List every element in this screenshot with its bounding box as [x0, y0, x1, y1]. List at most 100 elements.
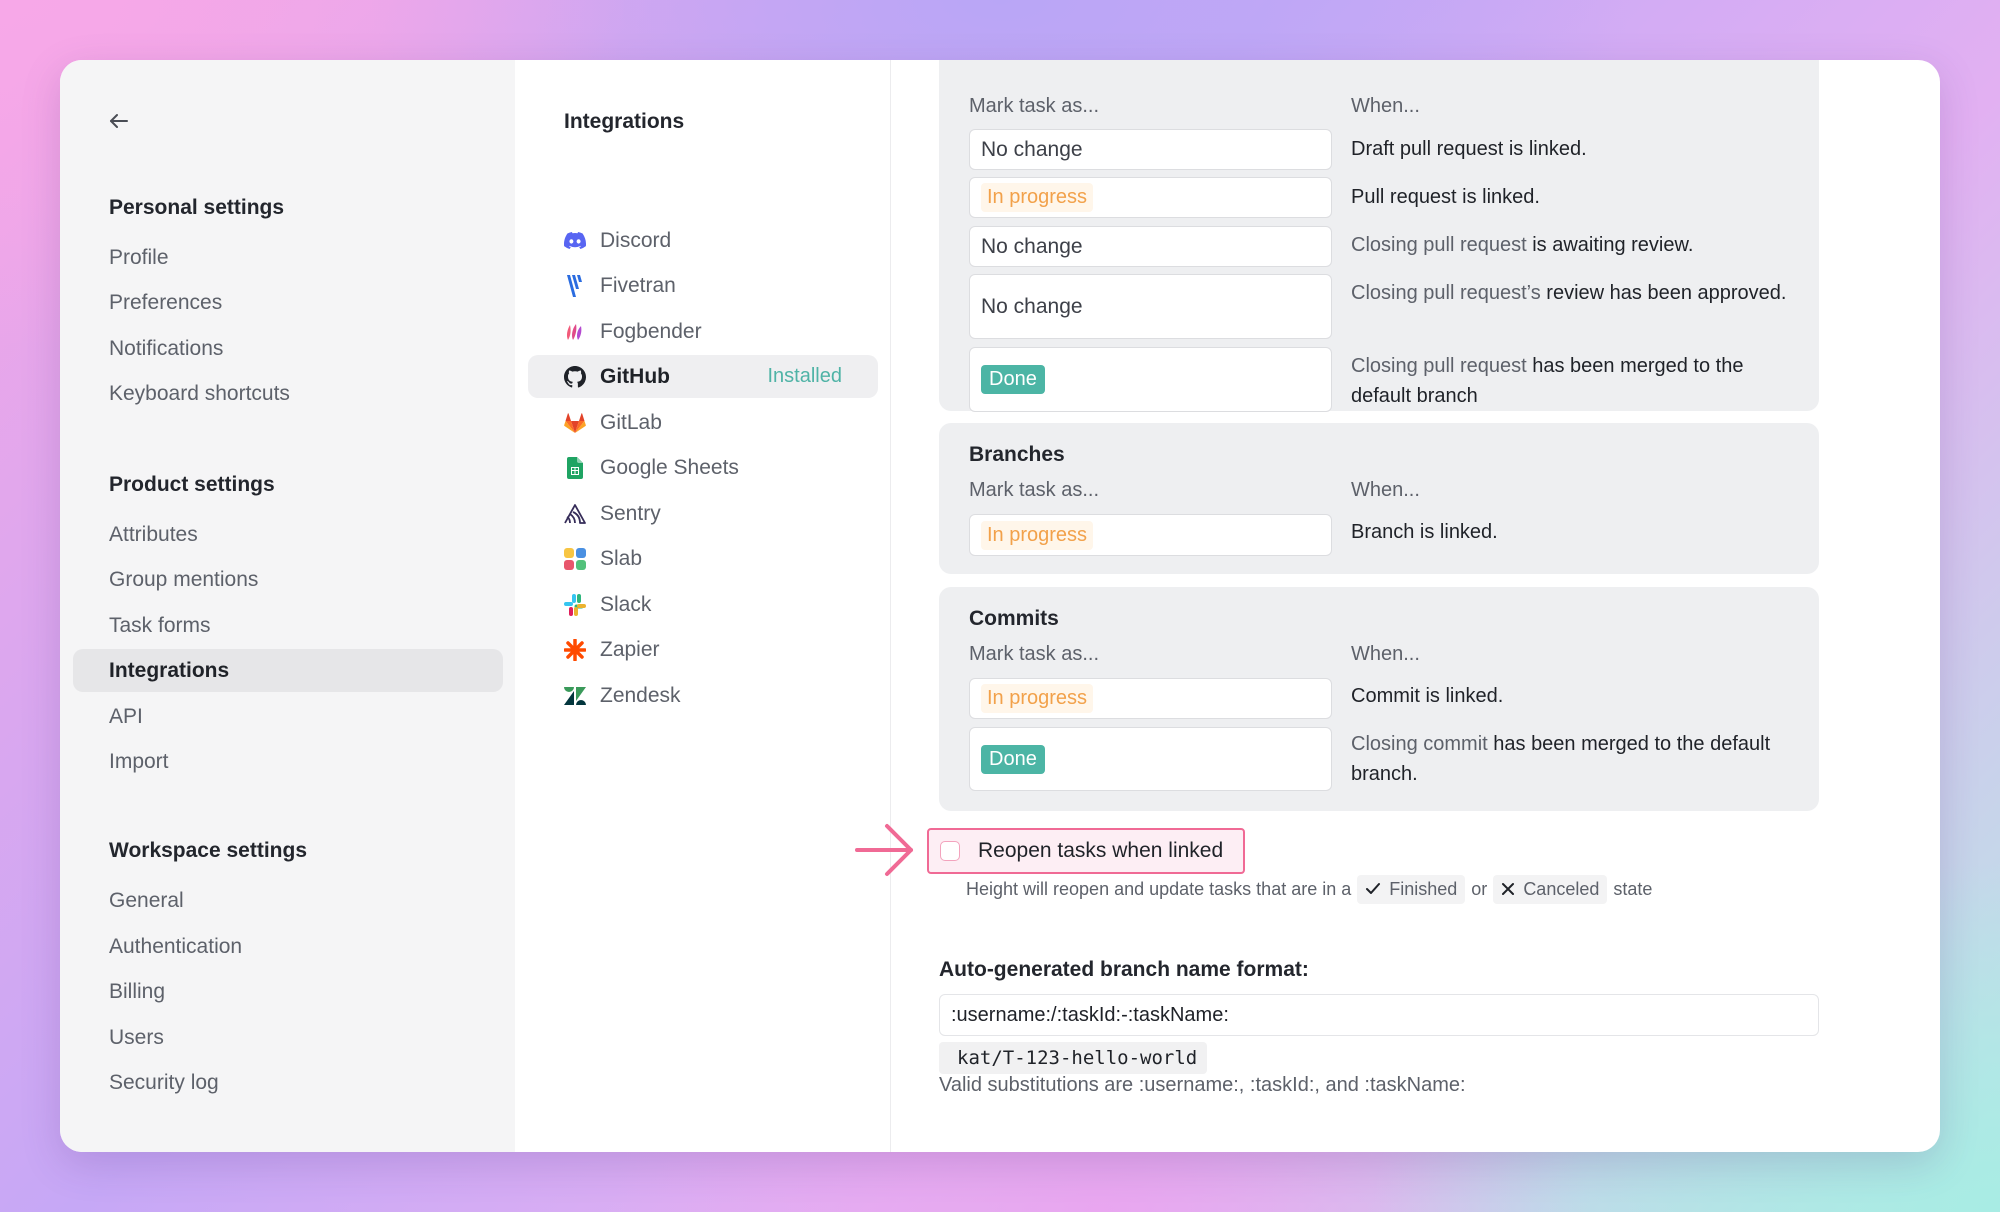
github-settings: Mark task as... When... No change Draft …: [891, 60, 1940, 1152]
pr-status-select-draft[interactable]: No change: [969, 129, 1332, 170]
fogbender-icon: [564, 321, 586, 343]
check-icon: [1366, 883, 1381, 894]
branches-card: Branches Mark task as... When... In prog…: [939, 423, 1819, 574]
branch-format-example: kat/T-123-hello-world: [939, 1042, 1208, 1074]
pr-status-select-awaiting-review[interactable]: No change: [969, 226, 1332, 267]
helper-or: or: [1471, 878, 1488, 899]
sidebar-item-attributes[interactable]: Attributes: [73, 513, 503, 556]
integration-gitlab[interactable]: GitLab: [528, 401, 878, 444]
integrations-title: Integrations: [564, 110, 685, 133]
integration-zapier[interactable]: Zapier: [528, 628, 878, 671]
mark-task-header: Mark task as...: [969, 95, 1100, 117]
mark-task-header: Mark task as...: [969, 479, 1100, 501]
commits-card: Commits Mark task as... When... In progr…: [939, 587, 1819, 811]
integration-slab[interactable]: Slab: [528, 537, 878, 580]
integration-github[interactable]: GitHub Installed: [528, 355, 878, 398]
pr-when-awaiting-review: Closing pull request is awaiting review.: [1351, 230, 1791, 260]
sidebar-item-profile[interactable]: Profile: [73, 236, 503, 279]
when-header: When...: [1351, 95, 1420, 117]
fivetran-icon: [564, 274, 586, 297]
commits-title: Commits: [969, 607, 1059, 630]
sidebar-item-users[interactable]: Users: [73, 1016, 503, 1059]
pr-status-select-linked[interactable]: In progress: [969, 177, 1332, 218]
sidebar-item-preferences[interactable]: Preferences: [73, 281, 503, 324]
branch-status-select[interactable]: In progress: [969, 514, 1332, 556]
back-arrow-icon[interactable]: [104, 106, 134, 136]
finished-state-chip: Finished: [1357, 874, 1466, 904]
when-header: When...: [1351, 643, 1420, 665]
slab-icon: [564, 547, 586, 570]
reopen-tasks-label: Reopen tasks when linked: [978, 839, 1224, 862]
integration-label: Sentry: [600, 501, 661, 525]
integration-fogbender[interactable]: Fogbender: [528, 310, 878, 353]
canceled-label: Canceled: [1523, 878, 1600, 899]
zapier-icon: [564, 638, 586, 661]
zendesk-icon: [564, 685, 586, 707]
google-sheets-icon: [564, 456, 586, 479]
commit-when-linked: Commit is linked.: [1351, 681, 1791, 711]
integration-label: Zapier: [600, 637, 660, 661]
status-value: No change: [981, 137, 1083, 161]
sidebar-item-group-mentions[interactable]: Group mentions: [73, 558, 503, 601]
when-text: Pull request is linked.: [1351, 186, 1540, 208]
pr-status-select-approved[interactable]: No change: [969, 274, 1332, 339]
when-text: is awaiting review.: [1526, 234, 1694, 256]
sidebar-item-api[interactable]: API: [73, 695, 503, 738]
commit-status-select-merged[interactable]: Done: [969, 727, 1332, 791]
integration-label: Slab: [600, 546, 643, 570]
sidebar-item-keyboard-shortcuts[interactable]: Keyboard shortcuts: [73, 372, 503, 415]
when-subject: Closing commit: [1351, 733, 1488, 755]
status-value: No change: [981, 234, 1083, 258]
branch-format-input[interactable]: :username:/:taskId:-:taskName:: [939, 994, 1819, 1036]
installed-badge: Installed: [767, 365, 843, 387]
branches-title: Branches: [969, 443, 1065, 466]
pr-when-draft: Draft pull request is linked.: [1351, 134, 1791, 164]
pr-when-merged: Closing pull request has been merged to …: [1351, 351, 1791, 411]
integration-label: Fogbender: [600, 319, 702, 343]
sidebar-item-authentication[interactable]: Authentication: [73, 925, 503, 968]
integration-label: Slack: [600, 592, 652, 616]
canceled-state-chip: Canceled: [1493, 874, 1608, 904]
checkbox-icon[interactable]: [940, 841, 960, 861]
commit-status-select-linked[interactable]: In progress: [969, 678, 1332, 719]
pr-status-select-merged[interactable]: Done: [969, 347, 1332, 412]
sidebar-item-security-log[interactable]: Security log: [73, 1061, 503, 1104]
sidebar-item-notifications[interactable]: Notifications: [73, 327, 503, 370]
mark-task-header: Mark task as...: [969, 643, 1100, 665]
finished-label: Finished: [1389, 878, 1458, 899]
done-badge: Done: [981, 365, 1045, 394]
integration-label: GitLab: [600, 410, 662, 434]
sidebar-item-billing[interactable]: Billing: [73, 970, 503, 1013]
reopen-tasks-checkbox[interactable]: Reopen tasks when linked: [927, 828, 1245, 874]
when-text: Branch is linked.: [1351, 521, 1498, 543]
integration-discord[interactable]: Discord: [528, 219, 878, 262]
branch-format-label: Auto-generated branch name format:: [939, 958, 1309, 981]
integration-fivetran[interactable]: Fivetran: [528, 264, 878, 307]
gitlab-icon: [564, 412, 586, 434]
commit-when-merged: Closing commit has been merged to the de…: [1351, 729, 1791, 789]
integration-label: Discord: [600, 228, 672, 252]
integration-slack[interactable]: Slack: [528, 583, 878, 626]
branch-format-hint: Valid substitutions are :username:, :tas…: [939, 1074, 1466, 1096]
sidebar-item-integrations[interactable]: Integrations: [73, 649, 503, 692]
sidebar-item-general[interactable]: General: [73, 879, 503, 922]
branch-when-linked: Branch is linked.: [1351, 517, 1791, 547]
sentry-icon: [564, 503, 586, 525]
integration-zendesk[interactable]: Zendesk: [528, 674, 878, 717]
helper-suffix: state: [1613, 878, 1653, 899]
integration-sentry[interactable]: Sentry: [528, 492, 878, 535]
integration-label: Zendesk: [600, 683, 681, 707]
done-badge: Done: [981, 744, 1045, 774]
when-subject: Closing pull request’s: [1351, 282, 1541, 304]
in-progress-badge: In progress: [981, 684, 1094, 713]
when-text: Commit is linked.: [1351, 685, 1504, 707]
settings-sidebar: Personal settings Profile Preferences No…: [60, 60, 515, 1152]
when-subject: Closing pull request: [1351, 234, 1527, 256]
product-settings-title: Product settings: [109, 473, 275, 496]
sidebar-item-task-forms[interactable]: Task forms: [73, 604, 503, 647]
when-header: When...: [1351, 479, 1420, 501]
sidebar-item-import[interactable]: Import: [73, 740, 503, 783]
integrations-list: Integrations Discord Fivetran Fogbender …: [515, 60, 891, 1152]
integration-google-sheets[interactable]: Google Sheets: [528, 446, 878, 489]
settings-window: Personal settings Profile Preferences No…: [60, 60, 1940, 1152]
